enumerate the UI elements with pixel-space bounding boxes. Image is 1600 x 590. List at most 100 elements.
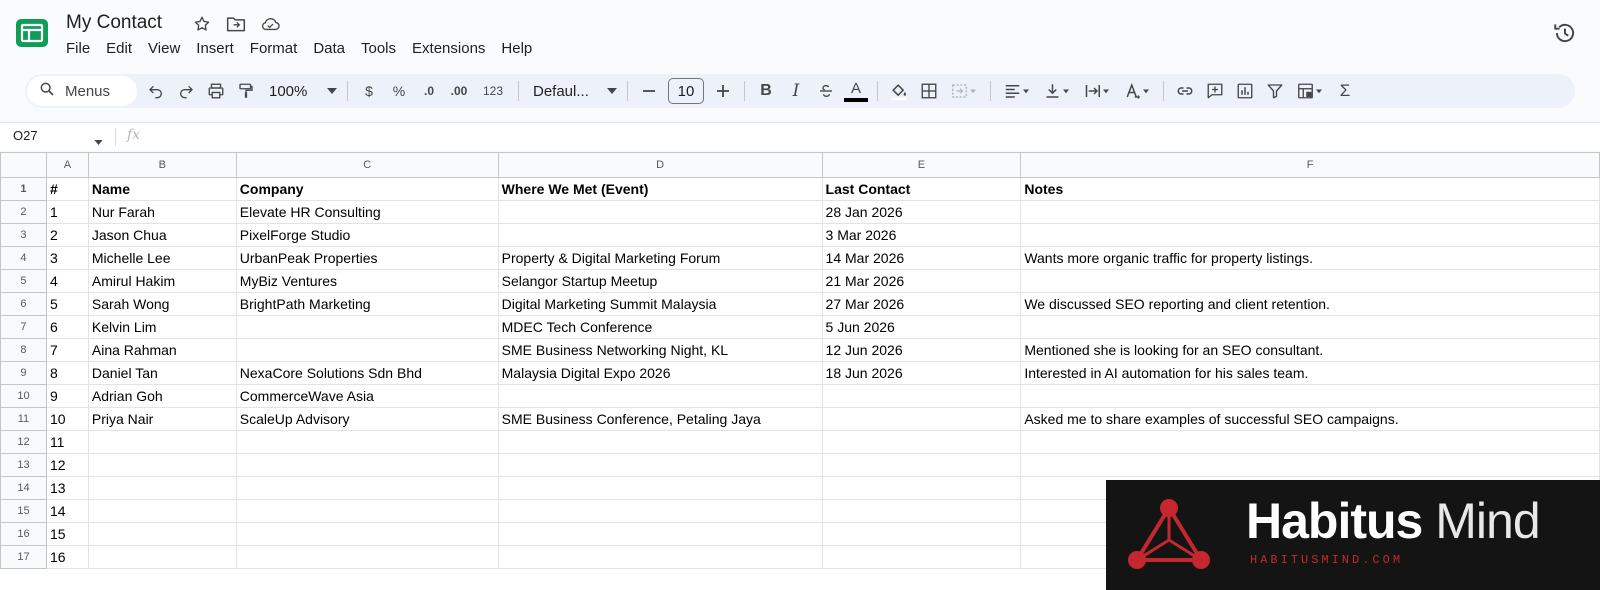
cell[interactable]: #	[45, 177, 89, 201]
cell[interactable]	[821, 499, 1022, 523]
cell[interactable]: We discussed SEO reporting and client re…	[1020, 292, 1600, 316]
cell[interactable]: Notes	[1020, 177, 1600, 201]
cell[interactable]: 12	[45, 453, 89, 477]
cell[interactable]	[1020, 269, 1600, 293]
text-wrapping-icon[interactable]	[1077, 77, 1117, 105]
menu-file[interactable]: File	[58, 38, 98, 59]
menu-data[interactable]: Data	[305, 38, 353, 59]
cell[interactable]: 16	[45, 545, 89, 569]
cell[interactable]: 18 Jun 2026	[821, 361, 1022, 385]
cell[interactable]	[87, 522, 237, 546]
cell[interactable]: 15	[45, 522, 89, 546]
cell[interactable]: Property & Digital Marketing Forum	[497, 246, 823, 270]
cell[interactable]: 7	[45, 338, 89, 362]
cell[interactable]	[1020, 453, 1600, 477]
cell[interactable]	[821, 545, 1022, 569]
borders-icon[interactable]	[914, 77, 944, 105]
paint-format-icon[interactable]	[231, 77, 261, 105]
name-box[interactable]: O27	[13, 128, 103, 148]
cell[interactable]: Where We Met (Event)	[497, 177, 823, 201]
cell[interactable]	[821, 384, 1022, 408]
cell[interactable]	[497, 200, 823, 224]
cell[interactable]	[1020, 223, 1600, 247]
row-number[interactable]: 2	[0, 200, 47, 224]
cell[interactable]: 12 Jun 2026	[821, 338, 1022, 362]
row-number[interactable]: 4	[0, 246, 47, 270]
decrease-decimal-button[interactable]: .0	[414, 77, 444, 105]
cell[interactable]: BrightPath Marketing	[235, 292, 499, 316]
row-number[interactable]: 8	[0, 338, 47, 362]
cell[interactable]	[497, 499, 823, 523]
cell[interactable]: Name	[87, 177, 237, 201]
insert-link-icon[interactable]	[1170, 77, 1200, 105]
cell[interactable]: Priya Nair	[87, 407, 237, 431]
cell[interactable]: 1	[45, 200, 89, 224]
percent-format-button[interactable]: %	[384, 77, 414, 105]
increase-font-size-icon[interactable]	[708, 77, 738, 105]
column-header-c[interactable]: C	[235, 152, 499, 178]
column-header-e[interactable]: E	[821, 152, 1022, 178]
more-formats-button[interactable]: 123	[474, 77, 512, 105]
cell[interactable]: Amirul Hakim	[87, 269, 237, 293]
menu-view[interactable]: View	[140, 38, 188, 59]
cell[interactable]: Digital Marketing Summit Malaysia	[497, 292, 823, 316]
cell[interactable]	[497, 476, 823, 500]
sheets-logo-icon[interactable]	[16, 19, 48, 47]
cell[interactable]	[1020, 315, 1600, 339]
cell[interactable]: SME Business Networking Night, KL	[497, 338, 823, 362]
cell[interactable]: 2	[45, 223, 89, 247]
document-title[interactable]: My Contact	[66, 12, 162, 34]
italic-button[interactable]: I	[781, 77, 811, 105]
cloud-saved-icon[interactable]	[260, 14, 280, 34]
undo-icon[interactable]	[141, 77, 171, 105]
vertical-align-icon[interactable]	[1037, 77, 1077, 105]
cell[interactable]: 9	[45, 384, 89, 408]
strikethrough-icon[interactable]	[811, 77, 841, 105]
cell[interactable]	[235, 453, 499, 477]
increase-decimal-button[interactable]: .00	[444, 77, 474, 105]
row-number[interactable]: 15	[0, 499, 47, 523]
cell[interactable]	[235, 545, 499, 569]
menu-tools[interactable]: Tools	[353, 38, 404, 59]
redo-icon[interactable]	[171, 77, 201, 105]
cell[interactable]: Kelvin Lim	[87, 315, 237, 339]
cell[interactable]	[821, 407, 1022, 431]
cell[interactable]: Michelle Lee	[87, 246, 237, 270]
row-number[interactable]: 11	[0, 407, 47, 431]
cell[interactable]	[235, 522, 499, 546]
cell[interactable]: UrbanPeak Properties	[235, 246, 499, 270]
row-number[interactable]: 3	[0, 223, 47, 247]
row-number[interactable]: 5	[0, 269, 47, 293]
functions-button[interactable]: Σ	[1330, 77, 1360, 105]
currency-format-button[interactable]: $	[354, 77, 384, 105]
cell[interactable]	[87, 476, 237, 500]
row-number[interactable]: 6	[0, 292, 47, 316]
cell[interactable]: Daniel Tan	[87, 361, 237, 385]
cell[interactable]: 13	[45, 476, 89, 500]
cell[interactable]	[821, 522, 1022, 546]
move-folder-icon[interactable]	[226, 14, 246, 34]
cell[interactable]	[87, 453, 237, 477]
cell[interactable]: SME Business Conference, Petaling Jaya	[497, 407, 823, 431]
cell[interactable]: 11	[45, 430, 89, 454]
cell[interactable]: MyBiz Ventures	[235, 269, 499, 293]
cell[interactable]: 8	[45, 361, 89, 385]
zoom-select[interactable]: 100%	[261, 77, 341, 105]
cell[interactable]: Sarah Wong	[87, 292, 237, 316]
cell[interactable]	[821, 453, 1022, 477]
cell[interactable]: Asked me to share examples of successful…	[1020, 407, 1600, 431]
cell[interactable]	[497, 545, 823, 569]
row-number[interactable]: 17	[0, 545, 47, 569]
cell[interactable]	[497, 522, 823, 546]
cell[interactable]	[1020, 384, 1600, 408]
cell[interactable]: Elevate HR Consulting	[235, 200, 499, 224]
filter-views-icon[interactable]	[1290, 77, 1330, 105]
cell[interactable]: 10	[45, 407, 89, 431]
star-icon[interactable]	[192, 14, 212, 34]
cell[interactable]	[497, 430, 823, 454]
cell[interactable]: Last Contact	[821, 177, 1022, 201]
cell[interactable]	[235, 499, 499, 523]
cell[interactable]	[87, 430, 237, 454]
font-family-select[interactable]: Defaul...	[525, 77, 621, 105]
search-menus-button[interactable]: Menus	[27, 76, 137, 106]
